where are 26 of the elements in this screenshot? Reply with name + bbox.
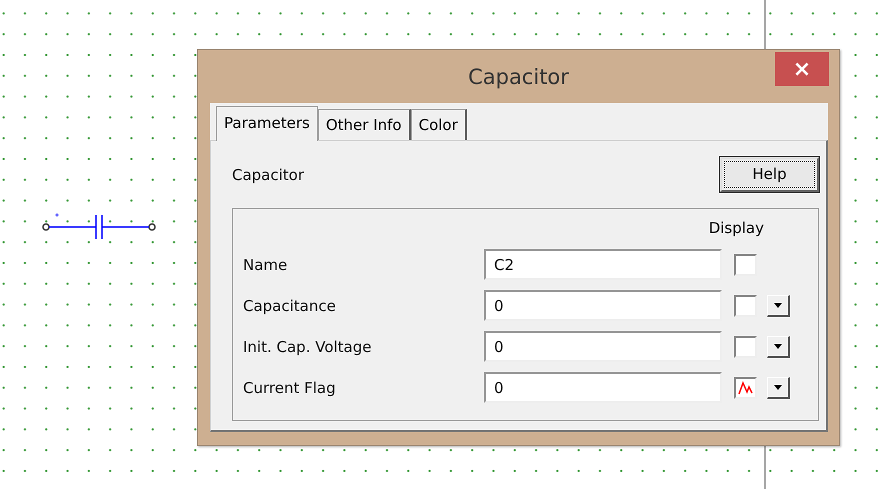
input-field[interactable]: 0	[484, 290, 722, 321]
caret-icon	[774, 344, 782, 348]
caret-icon	[774, 302, 782, 308]
field-label: Current Flag	[243, 378, 337, 396]
display-checkbox[interactable]	[734, 376, 757, 398]
close-button[interactable]: ×	[775, 52, 829, 86]
input-field[interactable]: C2	[484, 249, 722, 280]
dialog-title: Capacitor	[468, 64, 569, 88]
tab[interactable]: Other Info	[318, 109, 411, 140]
display-column-header: Display	[708, 219, 764, 239]
tab[interactable]: Color	[410, 109, 467, 140]
display-checkbox[interactable]	[734, 294, 757, 316]
input-field[interactable]: 0	[484, 372, 722, 403]
input-field[interactable]: 0	[484, 331, 722, 362]
component-name-label: Capacitor	[232, 166, 304, 184]
dropdown-button[interactable]	[767, 336, 790, 358]
field-label: Init. Cap. Voltage	[243, 338, 373, 356]
caret-icon	[774, 384, 782, 390]
dropdown-button[interactable]	[767, 294, 790, 316]
display-checkbox[interactable]	[734, 254, 757, 276]
help-button[interactable]: Help	[720, 157, 819, 192]
dropdown-button[interactable]	[767, 376, 790, 398]
field-label: Name	[243, 256, 288, 274]
field-label: Capacitance	[243, 296, 337, 314]
tab[interactable]: Parameters	[216, 106, 318, 141]
display-checkbox[interactable]	[734, 336, 757, 358]
